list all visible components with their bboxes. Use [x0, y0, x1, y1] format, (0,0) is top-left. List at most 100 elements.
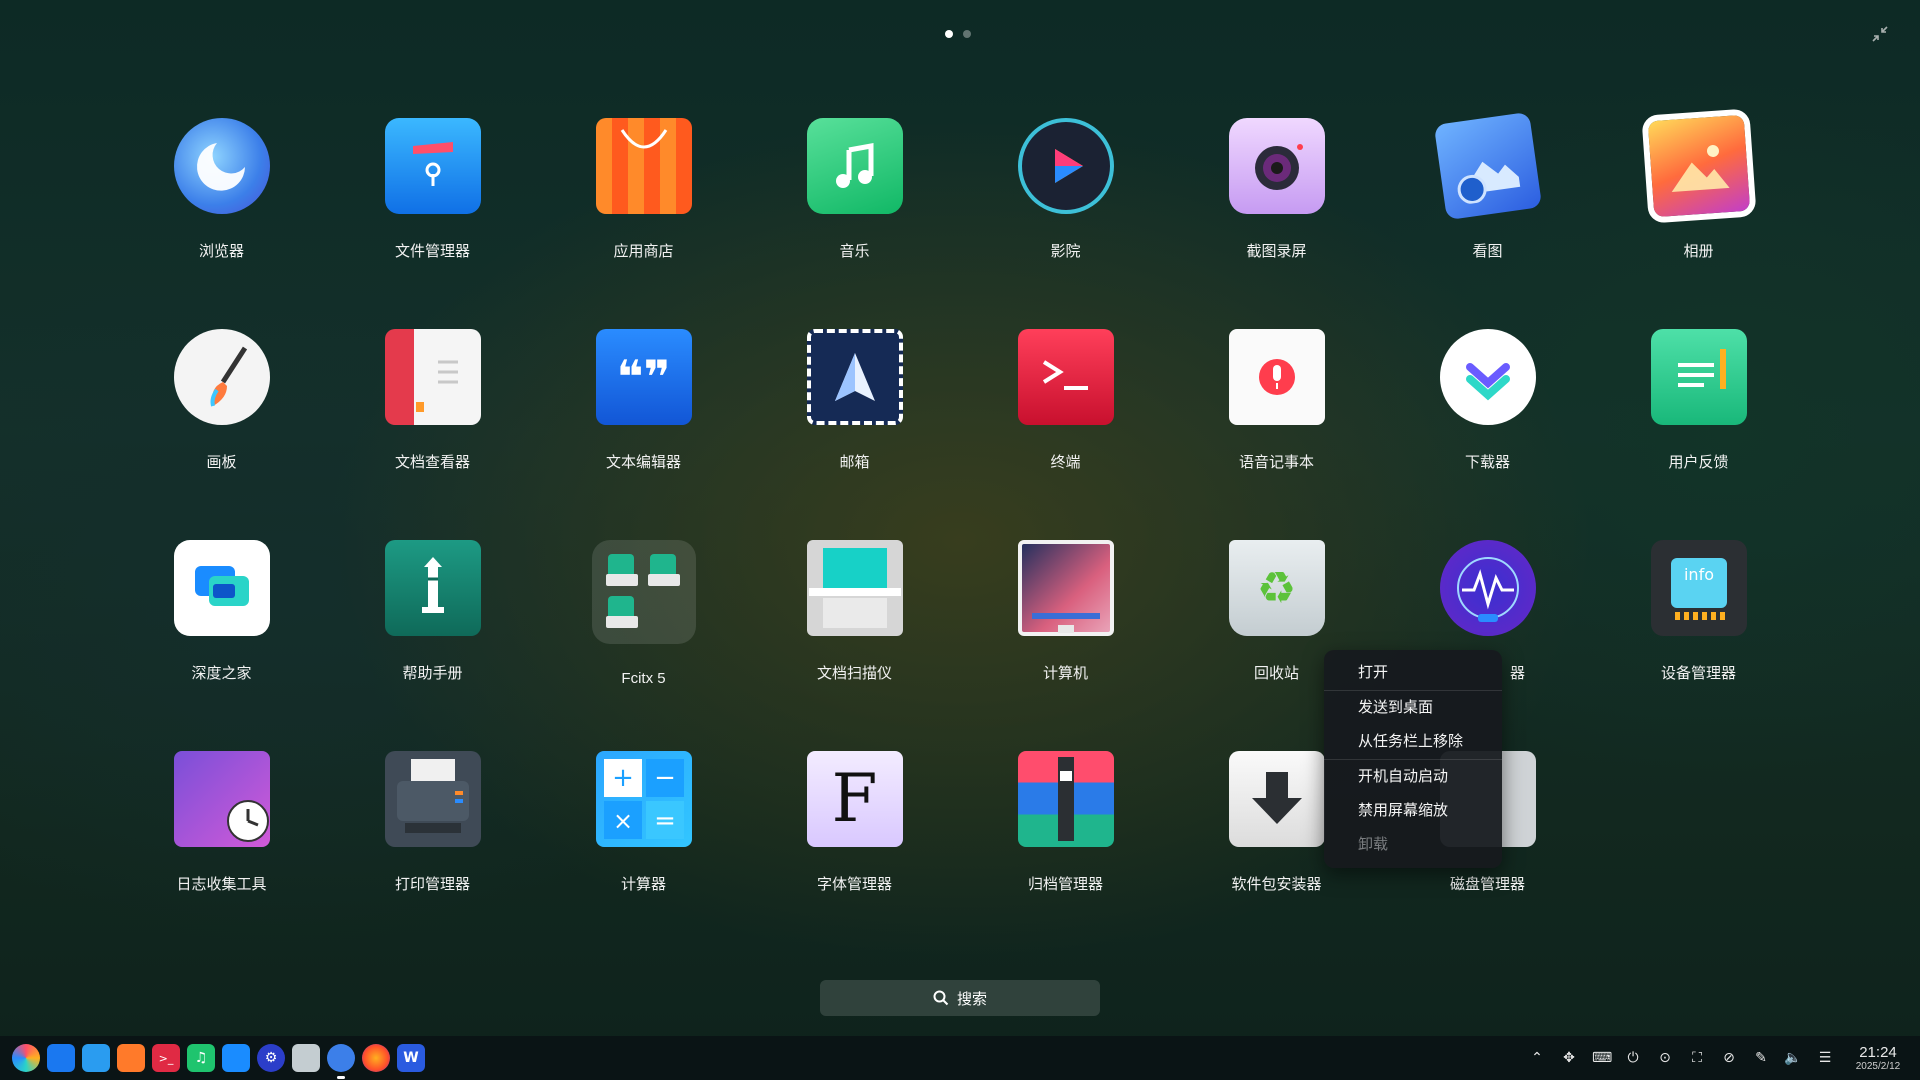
svg-text:−: −	[654, 763, 676, 793]
app-label: 看图	[1472, 243, 1503, 260]
menu-item-autostart[interactable]: 开机自动启动	[1324, 760, 1502, 794]
app-label: Fcitx 5	[621, 670, 666, 687]
app-text-editor[interactable]: ❝❞ 文本编辑器	[538, 329, 749, 540]
app-browser[interactable]: 浏览器	[116, 118, 327, 329]
app-downloader[interactable]: 下载器	[1382, 329, 1593, 540]
exit-fullscreen-icon[interactable]	[1870, 24, 1890, 44]
volume-icon[interactable]: 🔈	[1784, 1050, 1802, 1066]
app-print-manager[interactable]: 打印管理器	[327, 751, 538, 962]
wps-writer-icon[interactable]: W	[397, 1044, 425, 1072]
scanner-icon	[806, 540, 903, 636]
app-terminal[interactable]: 终端	[960, 329, 1171, 540]
app-archive-manager[interactable]: 归档管理器	[960, 751, 1171, 962]
app-music[interactable]: 音乐	[749, 118, 960, 329]
help-manual-icon	[384, 540, 481, 636]
app-store-icon	[595, 118, 692, 214]
menu-item-remove-from-taskbar[interactable]: 从任务栏上移除	[1324, 725, 1502, 759]
bluetooth-icon[interactable]: ⊘	[1720, 1050, 1738, 1066]
font-manager-icon: F	[806, 751, 903, 847]
camera-icon	[1228, 118, 1325, 214]
power-icon[interactable]: ⏻	[1624, 1050, 1642, 1066]
computer-icon	[1017, 540, 1114, 636]
device-manager-icon: info	[1650, 540, 1747, 636]
app-label: 归档管理器	[1027, 876, 1103, 893]
app-log-collector[interactable]: 日志收集工具	[116, 751, 327, 962]
app-device-manager[interactable]: info 设备管理器	[1593, 540, 1804, 751]
browser-icon[interactable]	[327, 1044, 355, 1079]
taskbar: >_ ♫ ⚙ W ⌃ ✥ ⌨ ⏻ ⊙ ⛶ ⊘ ✎ 🔈 ☰ 21:24 2025/…	[0, 1036, 1920, 1080]
document-viewer-icon	[384, 329, 481, 425]
app-label: 终端	[1050, 454, 1081, 471]
app-deepin-home[interactable]: 深度之家	[116, 540, 327, 751]
mail-icon	[806, 329, 903, 425]
app-movie[interactable]: 影院	[960, 118, 1171, 329]
pen-icon[interactable]: ✎	[1752, 1050, 1770, 1066]
menu-item-uninstall: 卸载	[1358, 836, 1389, 853]
app-label: 音乐	[839, 243, 870, 260]
clock[interactable]: 21:24 2025/2/12	[1848, 1044, 1908, 1072]
app-font-manager[interactable]: F 字体管理器	[749, 751, 960, 962]
app-file-manager[interactable]: 文件管理器	[327, 118, 538, 329]
control-center-icon[interactable]: ☰	[1816, 1050, 1834, 1066]
page-dot-1[interactable]	[945, 30, 953, 38]
menu-item-open[interactable]: 打开	[1324, 656, 1502, 690]
page-dot-2[interactable]	[963, 30, 971, 38]
tray-expand-icon[interactable]: ⌃	[1528, 1050, 1546, 1066]
app-label: 磁盘管理器	[1449, 876, 1525, 893]
app-computer[interactable]: 计算机	[960, 540, 1171, 751]
app-album[interactable]: 相册	[1593, 114, 1804, 329]
launcher-icon[interactable]	[12, 1044, 40, 1072]
system-monitor-icon	[1439, 540, 1536, 636]
keyboard-icon[interactable]: ⌨	[1592, 1050, 1612, 1066]
clock-date: 2025/2/12	[1855, 1061, 1901, 1072]
app-screenshot[interactable]: 截图录屏	[1171, 118, 1382, 329]
terminal-icon[interactable]: >_	[152, 1044, 180, 1072]
package-installer-icon	[1228, 751, 1325, 847]
file-manager-icon[interactable]	[47, 1044, 75, 1072]
svg-text:+: +	[612, 763, 634, 793]
app-mail[interactable]: 邮箱	[749, 329, 960, 540]
app-feedback[interactable]: 用户反馈	[1593, 329, 1804, 540]
deepin-home-icon[interactable]	[222, 1044, 250, 1072]
app-label: 文档查看器	[394, 454, 470, 471]
system-tray: ⌃ ✥ ⌨ ⏻ ⊙ ⛶ ⊘ ✎ 🔈 ☰ 21:24 2025/2/12	[1528, 1044, 1908, 1072]
app-scanner[interactable]: 文档扫描仪	[749, 540, 960, 751]
search-label: 搜索	[956, 990, 987, 1008]
app-label: 画板	[206, 454, 237, 471]
deepin-home-icon	[173, 540, 270, 636]
store-icon[interactable]	[117, 1044, 145, 1072]
menu-item-send-to-desktop[interactable]: 发送到桌面	[1324, 691, 1502, 725]
app-label: 帮助手册	[402, 665, 463, 682]
app-label: 日志收集工具	[176, 876, 267, 893]
archive-manager-icon	[1017, 751, 1114, 847]
app-help-manual[interactable]: 帮助手册	[327, 540, 538, 751]
music-icon	[806, 118, 903, 214]
firefox-icon[interactable]	[362, 1044, 390, 1072]
app-label: 下载器	[1464, 454, 1510, 471]
app-app-store[interactable]: 应用商店	[538, 118, 749, 329]
file-manager-icon	[384, 118, 481, 214]
screenshot-icon[interactable]: ⛶	[1688, 1050, 1706, 1066]
app-document-viewer[interactable]: 文档查看器	[327, 329, 538, 540]
trash-icon[interactable]	[292, 1044, 320, 1072]
album-icon	[1647, 114, 1750, 218]
media-icon[interactable]: ⊙	[1656, 1050, 1674, 1066]
app-label: 设备管理器	[1660, 665, 1736, 682]
settings-icon[interactable]: ⚙	[257, 1044, 285, 1072]
app-label: 用户反馈	[1668, 454, 1729, 471]
app-calculator[interactable]: + − × = 计算器	[538, 751, 749, 962]
music-icon[interactable]: ♫	[187, 1044, 215, 1072]
app-voice-note[interactable]: 语音记事本	[1171, 329, 1382, 540]
browser-icon	[173, 118, 270, 214]
app-image-viewer[interactable]: 看图	[1382, 111, 1593, 329]
text-editor-icon: ❝❞	[595, 329, 692, 425]
menu-item-disable-scaling[interactable]: 禁用屏幕缩放	[1324, 794, 1502, 828]
app-fcitx-folder[interactable]: Fcitx 5	[538, 540, 749, 751]
svg-text:=: =	[654, 806, 676, 836]
app-label: 字体管理器	[816, 876, 892, 893]
app-store-icon[interactable]	[82, 1044, 110, 1072]
search-button[interactable]: 搜索	[820, 980, 1100, 1016]
network-icon[interactable]: ✥	[1560, 1050, 1578, 1066]
app-draw[interactable]: 画板	[116, 329, 327, 540]
app-label: 深度之家	[191, 665, 252, 682]
